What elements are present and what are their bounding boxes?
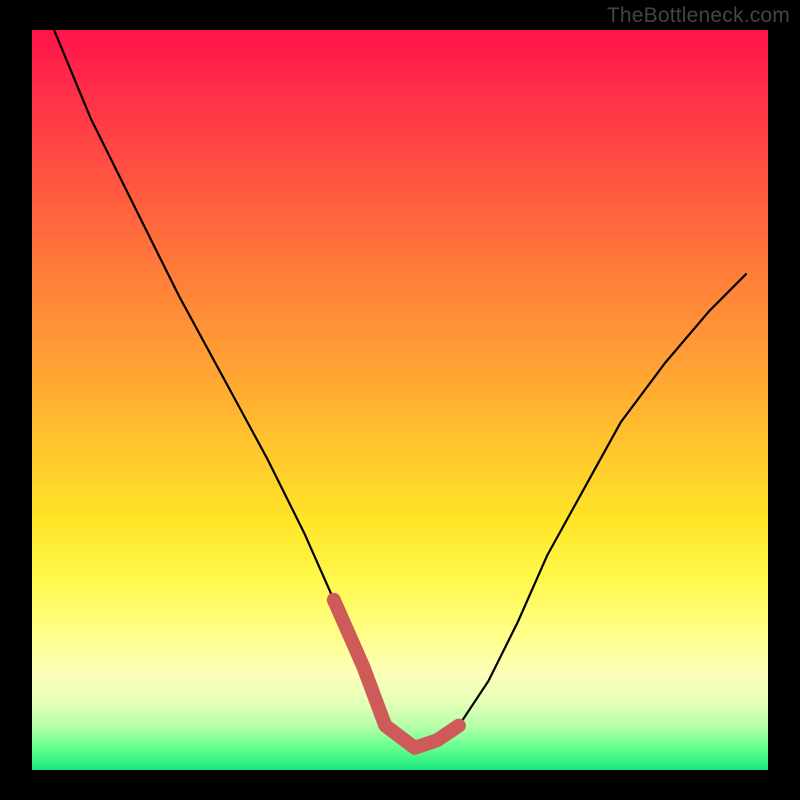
- plot-area: [32, 30, 768, 770]
- chart-frame: TheBottleneck.com: [0, 0, 800, 800]
- chart-svg: [32, 30, 768, 770]
- series-highlight-path: [334, 600, 459, 748]
- watermark-text: TheBottleneck.com: [607, 4, 790, 28]
- series-curve-path: [54, 30, 746, 748]
